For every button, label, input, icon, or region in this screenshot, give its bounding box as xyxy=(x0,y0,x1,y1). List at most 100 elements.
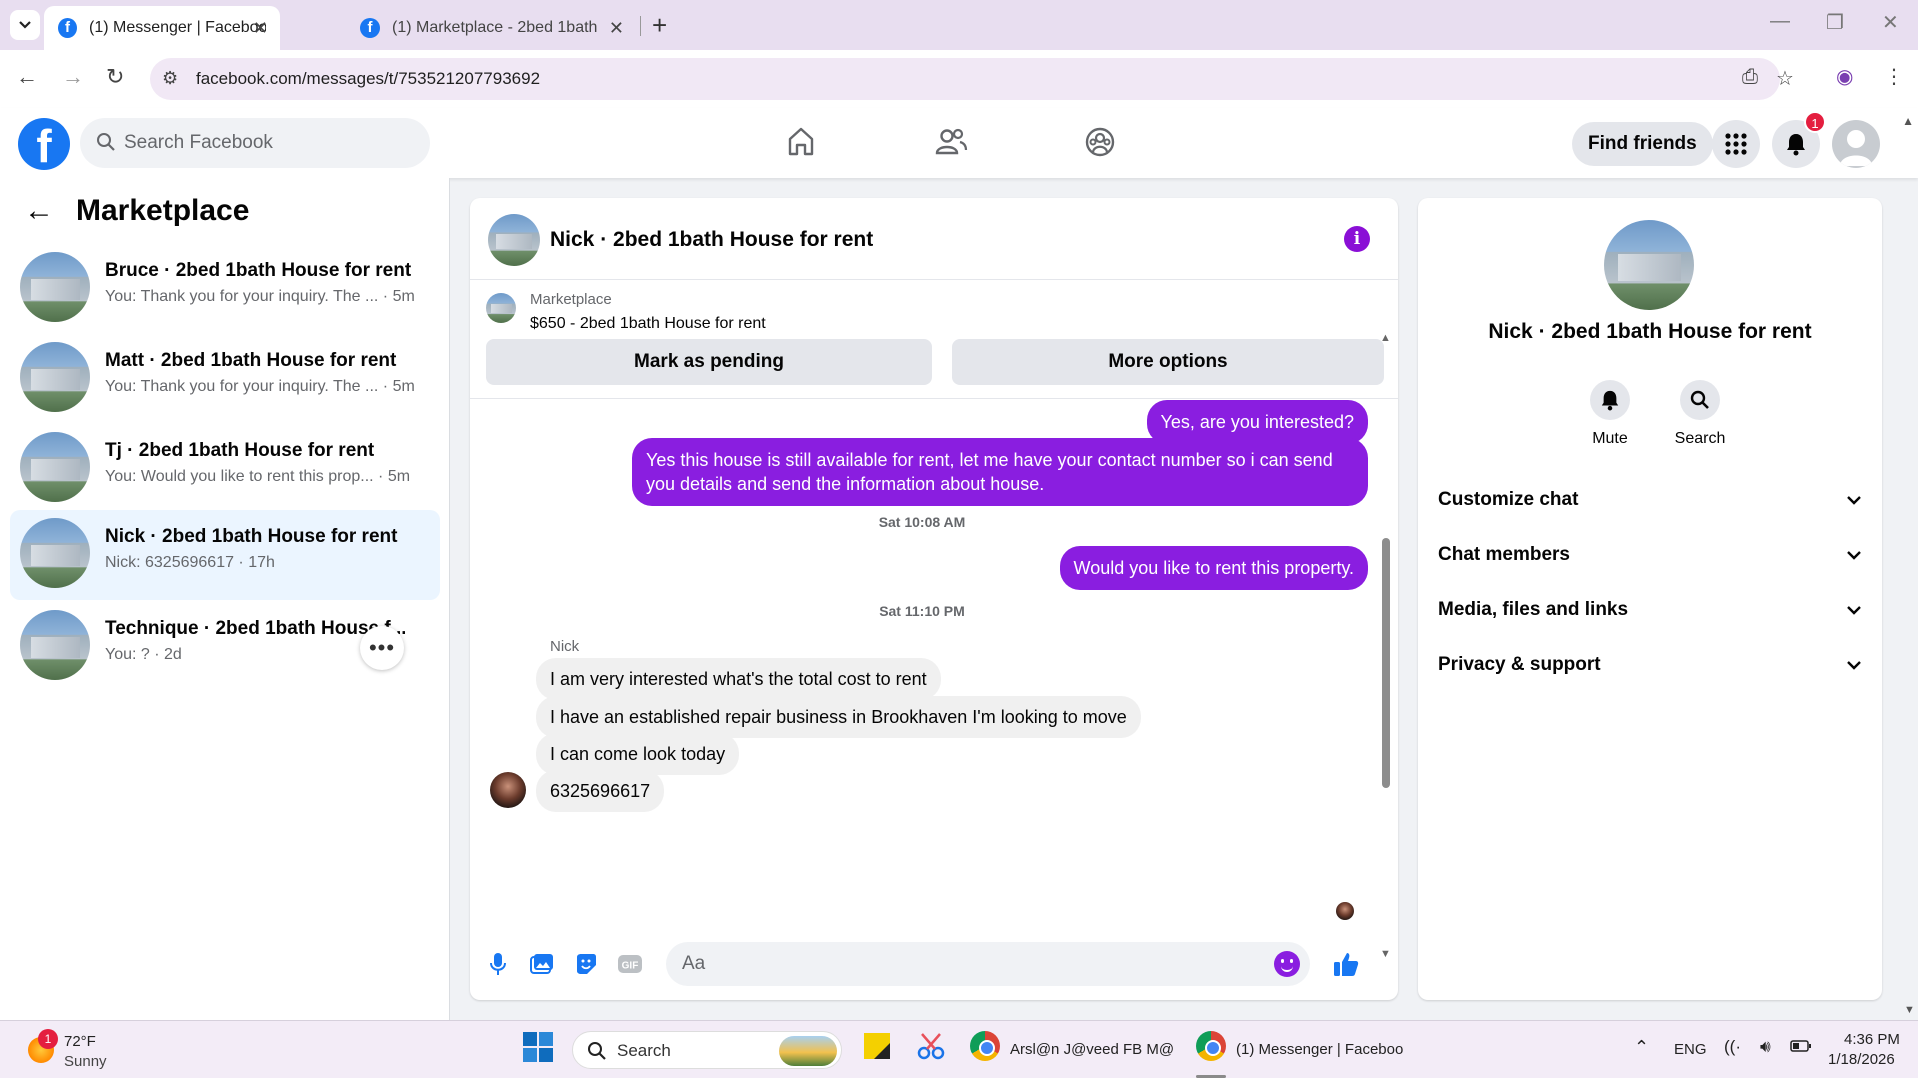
listing-banner: Marketplace $650 - 2bed 1bath House for … xyxy=(470,281,1398,399)
panel-title: Marketplace xyxy=(76,194,250,227)
browser-toolbar: ← → ↻ ⚙ facebook.com/messages/t/75352120… xyxy=(0,50,1918,108)
chrome-icon xyxy=(1196,1031,1226,1061)
more-options-button[interactable]: More options xyxy=(952,339,1384,385)
find-friends-button[interactable]: Find friends xyxy=(1572,122,1713,166)
weather-badge: 1 xyxy=(38,1029,58,1049)
customize-chat-section[interactable]: Customize chat xyxy=(1438,480,1862,520)
browser-menu-icon[interactable]: ⋮ xyxy=(1884,64,1904,89)
message-incoming: I have an established repair business in… xyxy=(536,696,1141,738)
sticker-button[interactable] xyxy=(572,950,600,978)
battery-icon[interactable] xyxy=(1790,1039,1812,1056)
chrome-profile-2-app[interactable] xyxy=(1196,1031,1230,1065)
menu-button[interactable] xyxy=(1712,120,1760,168)
site-settings-icon[interactable]: ⚙ xyxy=(162,68,178,89)
conversation-item[interactable]: Tj · 2bed 1bath House for rent You: Woul… xyxy=(10,424,440,512)
conversation-item-active[interactable]: Nick · 2bed 1bath House for rent Nick: 6… xyxy=(10,510,440,600)
facebook-search[interactable] xyxy=(80,118,430,168)
scroll-up-arrow[interactable]: ▲ xyxy=(1380,332,1391,344)
restore-button[interactable]: ❐ xyxy=(1826,10,1844,35)
chat-members-section[interactable]: Chat members xyxy=(1438,535,1862,575)
conversation-item[interactable]: Matt · 2bed 1bath House for rent You: Th… xyxy=(10,334,440,422)
media-files-links-section[interactable]: Media, files and links xyxy=(1438,590,1862,630)
back-button[interactable]: ← xyxy=(16,64,38,90)
search-input[interactable] xyxy=(124,118,414,168)
message-input[interactable] xyxy=(682,942,1242,986)
listing-title[interactable]: $650 - 2bed 1bath House for rent xyxy=(530,315,766,333)
conversation-snippet: You: ? xyxy=(105,646,150,663)
facebook-logo[interactable]: f xyxy=(18,118,70,170)
taskbar-app-label[interactable]: Arsl@n J@veed FB M@ xyxy=(1010,1041,1174,1058)
profile-icon[interactable]: ◉ xyxy=(1836,64,1853,89)
sender-avatar[interactable] xyxy=(490,772,526,808)
install-app-icon[interactable]: ⎙ xyxy=(1742,66,1758,89)
volume-icon[interactable]: 🔊︎ xyxy=(1760,1037,1771,1057)
message-timestamp: Sat 10:08 AM xyxy=(878,514,966,530)
conversation-item[interactable]: Bruce · 2bed 1bath House for rent You: T… xyxy=(10,244,440,332)
attach-media-button[interactable] xyxy=(528,950,556,978)
home-icon[interactable] xyxy=(786,126,816,158)
chat-avatar[interactable] xyxy=(488,214,540,266)
wifi-icon[interactable]: ((· xyxy=(1724,1037,1741,1057)
close-tab-icon[interactable]: ✕ xyxy=(609,18,624,39)
back-arrow-icon[interactable]: ← xyxy=(24,194,54,228)
voice-clip-button[interactable] xyxy=(484,950,512,978)
browser-tab-bar: f (1) Messenger | Facebook ✕ f (1) Marke… xyxy=(0,0,1918,50)
search-highlight-image xyxy=(779,1036,837,1066)
new-tab-button[interactable]: + xyxy=(652,10,667,40)
minimize-button[interactable]: — xyxy=(1770,10,1790,33)
conversation-time: 5m xyxy=(392,288,415,305)
conversation-time: 2d xyxy=(164,646,182,663)
user-silhouette-icon xyxy=(1840,130,1872,166)
tab-search-dropdown[interactable] xyxy=(10,10,40,40)
search-in-conversation-button[interactable]: Search xyxy=(1660,380,1740,448)
chevron-down-icon xyxy=(1847,551,1861,560)
photo-icon xyxy=(530,954,553,974)
clock-time[interactable]: 4:36 PM xyxy=(1844,1031,1900,1048)
info-icon[interactable]: i xyxy=(1344,226,1370,252)
account-avatar[interactable] xyxy=(1832,120,1880,168)
listing-thumbnail[interactable] xyxy=(486,293,516,323)
address-bar[interactable]: ⚙ facebook.com/messages/t/75352120779369… xyxy=(150,58,1794,100)
chrome-profile-1-app[interactable] xyxy=(970,1031,1004,1065)
mute-button[interactable]: Mute xyxy=(1570,380,1650,448)
chat-panel: Nick · 2bed 1bath House for rent i Marke… xyxy=(470,198,1398,1000)
scrollbar-thumb[interactable] xyxy=(1382,538,1390,788)
facebook-favicon-icon: f xyxy=(58,18,77,38)
sticker-icon xyxy=(577,954,596,974)
mark-as-pending-button[interactable]: Mark as pending xyxy=(486,339,932,385)
page-scroll-down[interactable]: ▼ xyxy=(1904,1004,1915,1016)
chevron-down-icon xyxy=(1847,496,1861,505)
conversation-avatar xyxy=(20,252,90,322)
page-scroll-up[interactable]: ▲ xyxy=(1902,114,1914,128)
tab-messenger[interactable]: f (1) Messenger | Facebook ✕ xyxy=(44,6,280,50)
chevron-up-icon[interactable]: ⌃ xyxy=(1634,1037,1649,1058)
send-like-button[interactable] xyxy=(1332,950,1360,978)
taskbar-app-label[interactable]: (1) Messenger | Faceboo xyxy=(1236,1041,1403,1058)
sticky-notes-app[interactable] xyxy=(862,1031,896,1065)
conversation-snippet: Nick: 6325696617 xyxy=(105,554,234,571)
friends-icon[interactable] xyxy=(934,126,968,158)
conversation-avatar xyxy=(20,518,90,588)
contact-avatar[interactable] xyxy=(1604,220,1694,310)
language-indicator[interactable]: ENG xyxy=(1674,1041,1707,1058)
snipping-tool-app[interactable] xyxy=(916,1031,950,1065)
emoji-icon[interactable] xyxy=(1274,951,1300,977)
start-button[interactable] xyxy=(522,1031,556,1065)
bookmark-star-icon[interactable]: ☆ xyxy=(1776,66,1794,91)
message-scrollbar[interactable]: ▲ ▼ xyxy=(1380,332,1392,960)
privacy-support-section[interactable]: Privacy & support xyxy=(1438,645,1862,685)
close-window-button[interactable]: ✕ xyxy=(1882,10,1899,35)
conversation-options-button[interactable]: ••• xyxy=(360,626,404,670)
groups-icon[interactable] xyxy=(1084,126,1116,158)
weather-description: Sunny xyxy=(64,1053,107,1070)
sticky-notes-icon xyxy=(864,1033,890,1059)
gif-button[interactable]: GIF xyxy=(616,950,644,978)
forward-button[interactable]: → xyxy=(62,64,84,90)
taskbar-search[interactable]: Search xyxy=(572,1031,842,1069)
chat-title[interactable]: Nick · 2bed 1bath House for rent xyxy=(550,228,873,252)
bell-icon xyxy=(1787,134,1805,156)
close-tab-icon[interactable]: ✕ xyxy=(253,18,268,39)
clock-date[interactable]: 1/18/2026 xyxy=(1828,1051,1895,1068)
reload-button[interactable]: ↻ xyxy=(106,64,124,90)
tab-marketplace[interactable]: f (1) Marketplace - 2bed 1bath H ✕ xyxy=(346,6,636,50)
